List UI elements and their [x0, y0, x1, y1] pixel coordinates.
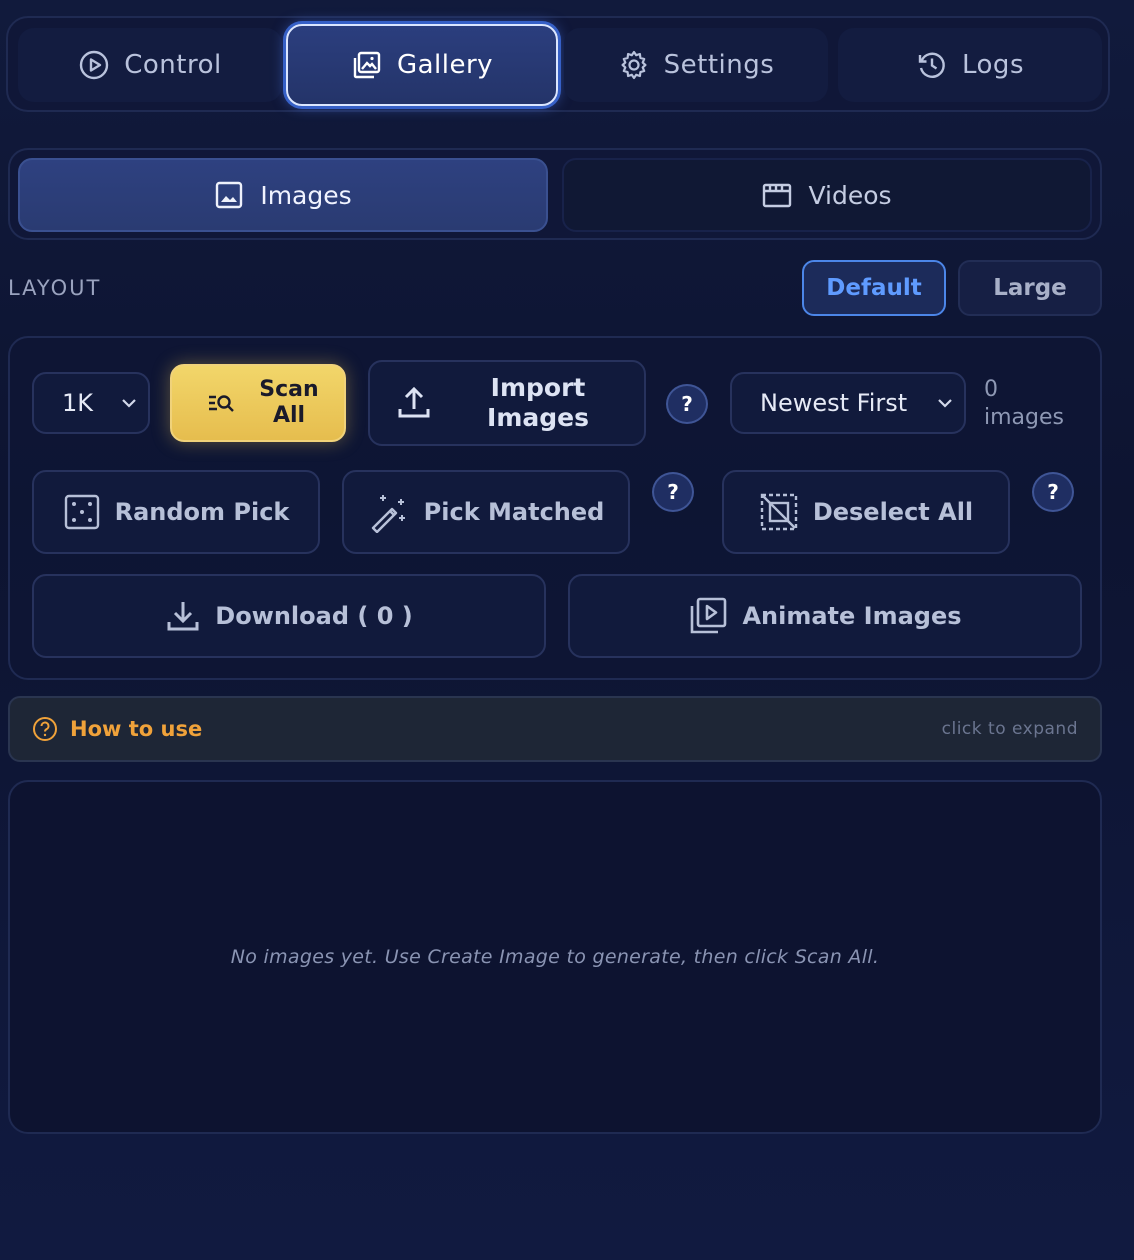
chevron-down-icon — [938, 399, 952, 408]
how-to-use-title: How to use — [70, 717, 203, 741]
gallery-controls: 1K Scan All Import Images ? Newest First… — [8, 336, 1102, 680]
label-line: Import — [490, 373, 586, 402]
tab-label: Logs — [962, 50, 1024, 80]
chevron-down-icon — [122, 399, 136, 408]
help-circle-icon — [33, 717, 57, 741]
image-count-unit: images — [984, 405, 1064, 430]
main-nav: Control Gallery Settings Logs — [6, 16, 1110, 112]
play-circle-icon — [80, 50, 109, 80]
help-button[interactable]: ? — [1032, 472, 1074, 512]
tab-videos[interactable]: Videos — [562, 158, 1092, 232]
resolution-select[interactable]: 1K — [32, 372, 150, 434]
tab-settings[interactable]: Settings — [564, 28, 828, 102]
pick-matched-button[interactable]: Pick Matched — [342, 470, 630, 554]
gallery-page: Control Gallery Settings Logs Images Vid… — [0, 0, 1134, 1260]
clapperboard-icon — [763, 183, 792, 208]
magic-wand-icon — [371, 495, 405, 533]
scan-all-button[interactable]: Scan All — [170, 364, 346, 442]
label-line: Images — [487, 403, 589, 432]
help-button[interactable]: ? — [666, 384, 708, 424]
random-pick-button[interactable]: Random Pick — [32, 470, 320, 554]
how-to-use-toggle[interactable]: How to use click to expand — [8, 696, 1102, 762]
gallery-grid: No images yet. Use Create Image to gener… — [8, 780, 1102, 1134]
label-line: All — [272, 403, 306, 428]
scan-all-label: Scan All — [259, 377, 318, 429]
deselect-all-button[interactable]: Deselect All — [722, 470, 1010, 554]
search-list-icon — [209, 395, 235, 412]
download-icon — [167, 602, 199, 631]
pick-matched-label: Pick Matched — [423, 498, 605, 526]
upload-icon — [398, 386, 430, 418]
random-pick-label: Random Pick — [114, 498, 290, 526]
tab-gallery[interactable]: Gallery — [286, 24, 558, 106]
import-images-label: Import Images — [432, 373, 644, 433]
download-label: Download ( 0 ) — [215, 602, 413, 630]
dice-icon — [64, 494, 99, 530]
image-count: 0 images — [984, 376, 1064, 432]
image-count-number: 0 — [984, 377, 998, 402]
empty-state-message: No images yet. Use Create Image to gener… — [230, 946, 880, 968]
label-line: Scan — [259, 377, 319, 402]
tab-logs[interactable]: Logs — [838, 28, 1102, 102]
image-icon — [216, 181, 243, 209]
import-images-button[interactable]: Import Images — [368, 360, 646, 446]
layout-default-button[interactable]: Default — [802, 260, 946, 316]
tab-control[interactable]: Control — [18, 28, 282, 102]
tab-label: Images — [260, 180, 352, 210]
help-button[interactable]: ? — [652, 472, 694, 512]
sort-select[interactable]: Newest First — [730, 372, 966, 434]
layout-large-button[interactable]: Large — [958, 260, 1102, 316]
gallery-icon — [353, 51, 381, 79]
tab-label: Gallery — [396, 50, 494, 80]
deselect-icon — [760, 493, 798, 531]
tab-label: Videos — [808, 180, 892, 210]
tab-images[interactable]: Images — [18, 158, 548, 232]
layout-label: LAYOUT — [8, 276, 102, 300]
how-to-use-hint: click to expand — [941, 719, 1078, 739]
resolution-value: 1K — [62, 389, 94, 417]
deselect-all-label: Deselect All — [812, 498, 974, 526]
gear-icon — [621, 50, 647, 80]
download-button[interactable]: Download ( 0 ) — [32, 574, 546, 658]
tab-label: Control — [124, 50, 222, 80]
animate-icon — [691, 597, 727, 634]
history-icon — [918, 52, 945, 78]
media-tabs: Images Videos — [8, 148, 1102, 240]
animate-images-button[interactable]: Animate Images — [568, 574, 1082, 658]
sort-value: Newest First — [760, 389, 908, 417]
tab-label: Settings — [663, 50, 775, 80]
animate-images-label: Animate Images — [742, 602, 962, 630]
